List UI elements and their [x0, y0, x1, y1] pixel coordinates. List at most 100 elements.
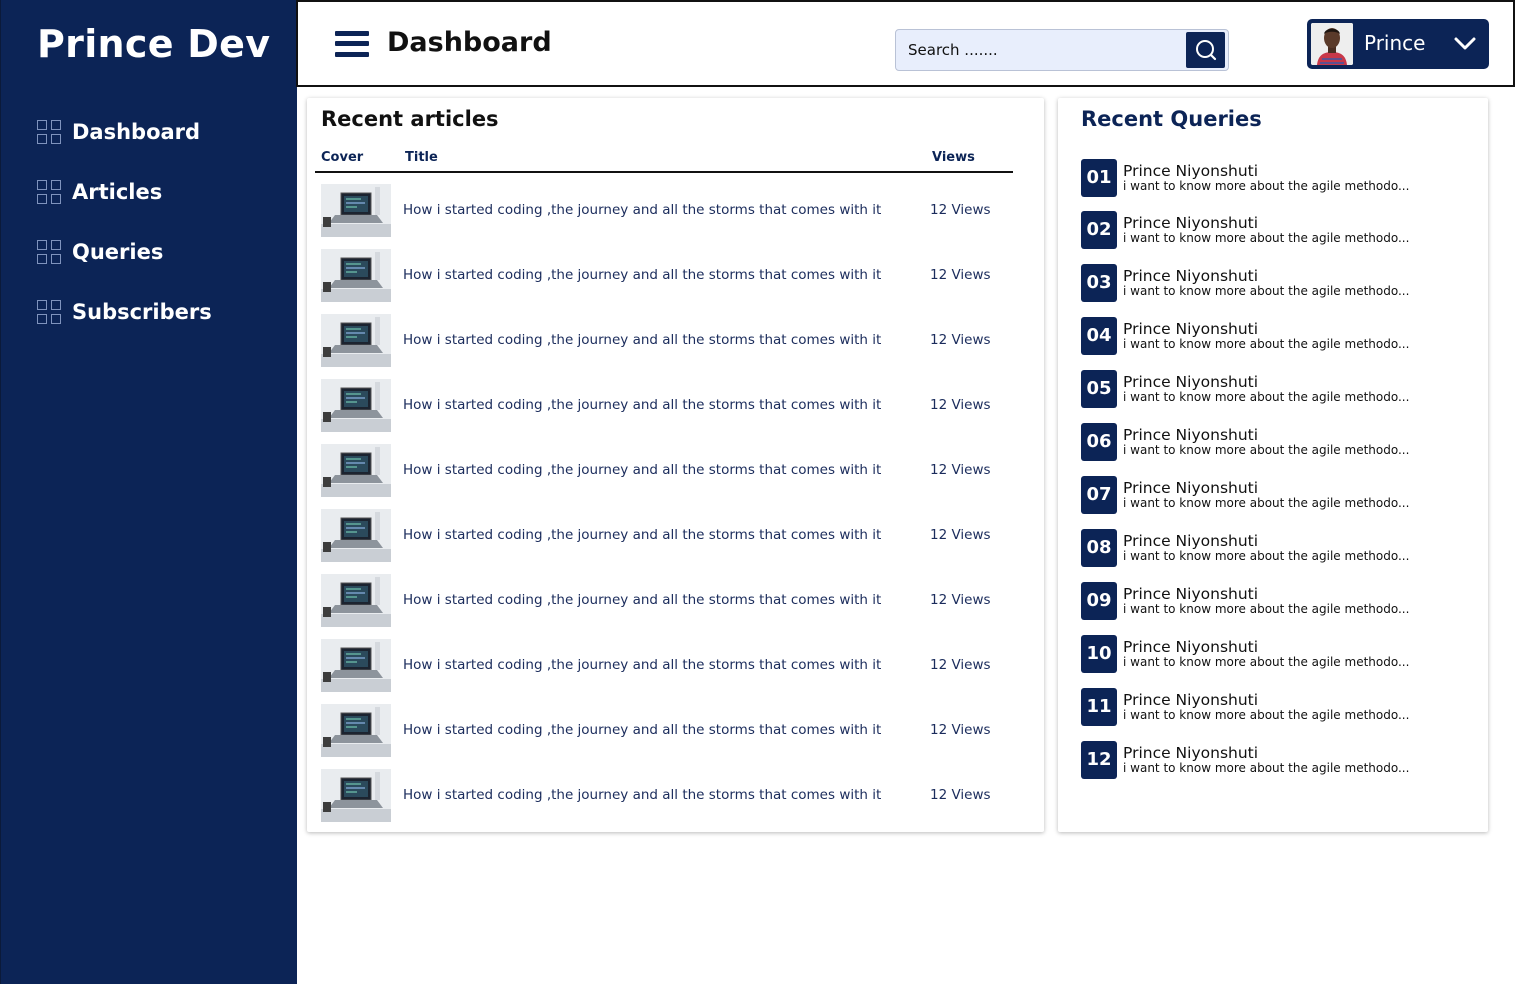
article-title[interactable]: How i started coding ,the journey and al… — [403, 267, 881, 283]
sidebar-item-label: Queries — [72, 240, 164, 264]
recent-queries-title: Recent Queries — [1081, 107, 1262, 131]
recent-queries-card: Recent Queries 01 Prince Niyonshuti i want… — [1058, 98, 1488, 832]
chevron-down-icon — [1454, 37, 1476, 50]
grid-icon — [37, 119, 62, 145]
article-title[interactable]: How i started coding ,the journey and al… — [403, 202, 881, 218]
article-row[interactable]: How i started coding ,the journey and al… — [321, 314, 1021, 367]
query-message-preview: i want to know more about the agile meth… — [1123, 337, 1410, 351]
query-message-preview: i want to know more about the agile meth… — [1123, 761, 1410, 775]
article-views: 12 Views — [930, 397, 991, 413]
query-message-preview: i want to know more about the agile meth… — [1123, 602, 1410, 616]
article-views: 12 Views — [930, 722, 991, 738]
top-bar: Dashboard Prince — [296, 0, 1515, 87]
page-title: Dashboard — [387, 27, 552, 58]
query-item[interactable]: 10 Prince Niyonshuti i want to know more a… — [1081, 635, 1461, 673]
article-cover-image — [321, 509, 391, 562]
article-views: 12 Views — [930, 527, 991, 543]
column-header-title: Title — [405, 150, 438, 165]
article-row[interactable]: How i started coding ,the journey and al… — [321, 574, 1021, 627]
article-cover-image — [321, 769, 391, 822]
article-row[interactable]: How i started coding ,the journey and al… — [321, 444, 1021, 497]
sidebar-item-subscribers[interactable]: Subscribers — [37, 297, 212, 327]
article-row[interactable]: How i started coding ,the journey and al… — [321, 639, 1021, 692]
sidebar-item-dashboard[interactable]: Dashboard — [37, 117, 200, 147]
hamburger-icon[interactable] — [335, 29, 369, 59]
article-row[interactable]: How i started coding ,the journey and al… — [321, 249, 1021, 302]
article-cover-image — [321, 314, 391, 367]
search-input[interactable] — [908, 39, 1178, 61]
header-divider — [315, 171, 1013, 173]
article-cover-image — [321, 379, 391, 432]
article-row[interactable]: How i started coding ,the journey and al… — [321, 704, 1021, 757]
query-item[interactable]: 08 Prince Niyonshuti i want to know more a… — [1081, 529, 1461, 567]
query-message-preview: i want to know more about the agile meth… — [1123, 231, 1410, 245]
query-sender-name: Prince Niyonshuti — [1123, 691, 1259, 709]
article-views: 12 Views — [930, 202, 991, 218]
article-cover-image — [321, 249, 391, 302]
query-item[interactable]: 04 Prince Niyonshuti i want to know more a… — [1081, 317, 1461, 355]
article-title[interactable]: How i started coding ,the journey and al… — [403, 527, 881, 543]
query-number-badge: 07 — [1081, 476, 1117, 514]
grid-icon — [37, 299, 62, 325]
user-menu-button[interactable]: Prince — [1307, 19, 1489, 69]
query-message-preview: i want to know more about the agile meth… — [1123, 655, 1410, 669]
query-sender-name: Prince Niyonshuti — [1123, 267, 1259, 285]
article-views: 12 Views — [930, 592, 991, 608]
query-item[interactable]: 12 Prince Niyonshuti i want to know more a… — [1081, 741, 1461, 779]
sidebar-item-label: Subscribers — [72, 300, 212, 324]
article-row[interactable]: How i started coding ,the journey and al… — [321, 379, 1021, 432]
query-message-preview: i want to know more about the agile meth… — [1123, 179, 1410, 193]
article-title[interactable]: How i started coding ,the journey and al… — [403, 397, 881, 413]
recent-articles-title: Recent articles — [321, 107, 499, 131]
query-message-preview: i want to know more about the agile meth… — [1123, 549, 1410, 563]
query-number-badge: 11 — [1081, 688, 1117, 726]
grid-icon — [37, 239, 62, 265]
grid-icon — [37, 179, 62, 205]
query-item[interactable]: 07 Prince Niyonshuti i want to know more a… — [1081, 476, 1461, 514]
sidebar-item-label: Dashboard — [72, 120, 201, 144]
query-number-badge: 06 — [1081, 423, 1117, 461]
article-title[interactable]: How i started coding ,the journey and al… — [403, 592, 881, 608]
query-message-preview: i want to know more about the agile meth… — [1123, 390, 1410, 404]
query-item[interactable]: 09 Prince Niyonshuti i want to know more a… — [1081, 582, 1461, 620]
brand-logo[interactable]: Prince Dev — [37, 22, 270, 66]
article-title[interactable]: How i started coding ,the journey and al… — [403, 332, 881, 348]
article-title[interactable]: How i started coding ,the journey and al… — [403, 787, 881, 803]
user-name: Prince — [1364, 31, 1426, 55]
article-row[interactable]: How i started coding ,the journey and al… — [321, 509, 1021, 562]
article-title[interactable]: How i started coding ,the journey and al… — [403, 722, 881, 738]
avatar — [1311, 23, 1353, 65]
query-number-badge: 10 — [1081, 635, 1117, 673]
article-title[interactable]: How i started coding ,the journey and al… — [403, 462, 881, 478]
article-title[interactable]: How i started coding ,the journey and al… — [403, 657, 881, 673]
article-views: 12 Views — [930, 332, 991, 348]
query-number-badge: 03 — [1081, 264, 1117, 302]
article-views: 12 Views — [930, 657, 991, 673]
query-number-badge: 08 — [1081, 529, 1117, 567]
sidebar-item-queries[interactable]: Queries — [37, 237, 163, 267]
query-message-preview: i want to know more about the agile meth… — [1123, 496, 1410, 510]
article-views: 12 Views — [930, 787, 991, 803]
query-item[interactable]: 05 Prince Niyonshuti i want to know more a… — [1081, 370, 1461, 408]
query-item[interactable]: 03 Prince Niyonshuti i want to know more a… — [1081, 264, 1461, 302]
query-message-preview: i want to know more about the agile meth… — [1123, 708, 1410, 722]
search-button[interactable] — [1186, 32, 1225, 68]
search-icon — [1196, 40, 1217, 61]
query-item[interactable]: 01 Prince Niyonshuti i want to know more a… — [1081, 159, 1461, 197]
query-item[interactable]: 11 Prince Niyonshuti i want to know more a… — [1081, 688, 1461, 726]
query-sender-name: Prince Niyonshuti — [1123, 638, 1259, 656]
article-cover-image — [321, 704, 391, 757]
column-header-cover: Cover — [321, 150, 364, 165]
query-item[interactable]: 06 Prince Niyonshuti i want to know more a… — [1081, 423, 1461, 461]
query-sender-name: Prince Niyonshuti — [1123, 479, 1259, 497]
sidebar: Prince Dev Dashboard Articles Queries Su… — [0, 0, 297, 984]
article-cover-image — [321, 574, 391, 627]
article-row[interactable]: How i started coding ,the journey and al… — [321, 184, 1021, 237]
article-row[interactable]: How i started coding ,the journey and al… — [321, 769, 1021, 822]
sidebar-item-articles[interactable]: Articles — [37, 177, 162, 207]
query-sender-name: Prince Niyonshuti — [1123, 214, 1259, 232]
query-number-badge: 09 — [1081, 582, 1117, 620]
query-number-badge: 04 — [1081, 317, 1117, 355]
query-item[interactable]: 02 Prince Niyonshuti i want to know more a… — [1081, 211, 1461, 249]
query-sender-name: Prince Niyonshuti — [1123, 426, 1259, 444]
